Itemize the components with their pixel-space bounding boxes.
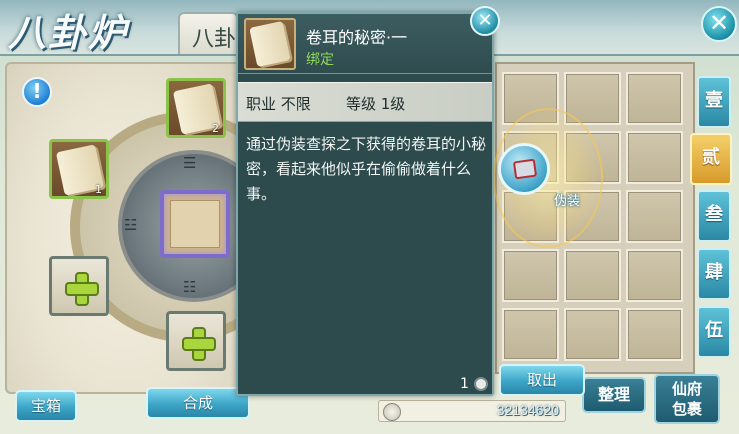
- side-tab-3[interactable]: 叁: [697, 190, 731, 242]
- currency-bar: 32134620: [378, 400, 566, 422]
- side-tab-1[interactable]: 壹: [697, 76, 731, 128]
- close-window-button[interactable]: ✕: [701, 6, 737, 42]
- disguise-button[interactable]: [498, 143, 550, 195]
- add-ingredient-slot-bottom[interactable]: [166, 311, 226, 371]
- currency-value: 32134620: [496, 402, 559, 418]
- bagua-mark-left: ☳: [124, 216, 138, 234]
- scroll-icon: [249, 20, 291, 68]
- item-tooltip: 卷耳的秘密·一 绑定 职业 不限 等级 1级 通过伪装查探之下获得的卷耳的小秘密…: [236, 12, 494, 396]
- item-description: 通过伪装查探之下获得的卷耳的小秘密，看起来他似乎在偷偷做着什么事。: [246, 135, 487, 203]
- organize-button[interactable]: 整理: [582, 377, 646, 413]
- tooltip-header: 卷耳的秘密·一 绑定: [238, 14, 492, 74]
- center-furnace-slot[interactable]: [160, 190, 230, 258]
- info-icon[interactable]: !: [22, 77, 52, 107]
- side-tab-5[interactable]: 伍: [697, 306, 731, 358]
- side-tab-4[interactable]: 肆: [697, 248, 731, 300]
- item-stats: 职业 不限 等级 1级: [238, 82, 492, 122]
- inventory-cell[interactable]: [502, 308, 559, 361]
- inventory-cell[interactable]: [626, 249, 683, 302]
- center-slot-inner: [170, 200, 220, 248]
- bagua-mark-bottom: ☷: [183, 278, 197, 296]
- slot-count: 2: [212, 122, 219, 135]
- inventory-cell[interactable]: [564, 308, 621, 361]
- inventory-cell[interactable]: [502, 249, 559, 302]
- treasure-chest-button[interactable]: 宝箱: [15, 390, 77, 422]
- plus-icon: [65, 272, 99, 306]
- xianfu-bag-button[interactable]: 仙府 包裹: [654, 374, 720, 424]
- item-icon: [244, 18, 296, 70]
- take-out-button[interactable]: 取出: [499, 364, 585, 396]
- inventory-cell[interactable]: [626, 308, 683, 361]
- synthesize-button[interactable]: 合成: [146, 387, 250, 419]
- coin-icon: [383, 403, 401, 421]
- window-title-logo: 八卦炉: [8, 10, 129, 55]
- side-tab-2[interactable]: 贰: [690, 133, 732, 185]
- tab-bagua[interactable]: 八卦: [178, 12, 238, 54]
- inventory-cell[interactable]: [626, 72, 683, 125]
- item-count: 1: [460, 376, 469, 392]
- inventory-cell[interactable]: [564, 249, 621, 302]
- ingredient-slot-top[interactable]: 2: [166, 78, 226, 138]
- bagua-mark-top: ☰: [183, 154, 197, 172]
- inventory-cell[interactable]: [626, 190, 683, 243]
- count-icon: [474, 377, 488, 391]
- scroll-icon: [512, 158, 538, 180]
- inventory-cell[interactable]: [626, 131, 683, 184]
- bound-label: 绑定: [306, 52, 334, 68]
- stat-level: 等级 1级: [346, 95, 406, 113]
- add-ingredient-slot-left[interactable]: [49, 256, 109, 316]
- ingredient-slot-left[interactable]: 1: [49, 139, 109, 199]
- disguise-label: 伪装: [554, 194, 581, 209]
- tooltip-close-button[interactable]: ✕: [470, 6, 500, 36]
- slot-count: 1: [95, 183, 102, 196]
- plus-icon: [182, 327, 216, 361]
- item-name: 卷耳的秘密·一: [306, 28, 408, 47]
- stat-profession: 职业 不限: [246, 95, 311, 113]
